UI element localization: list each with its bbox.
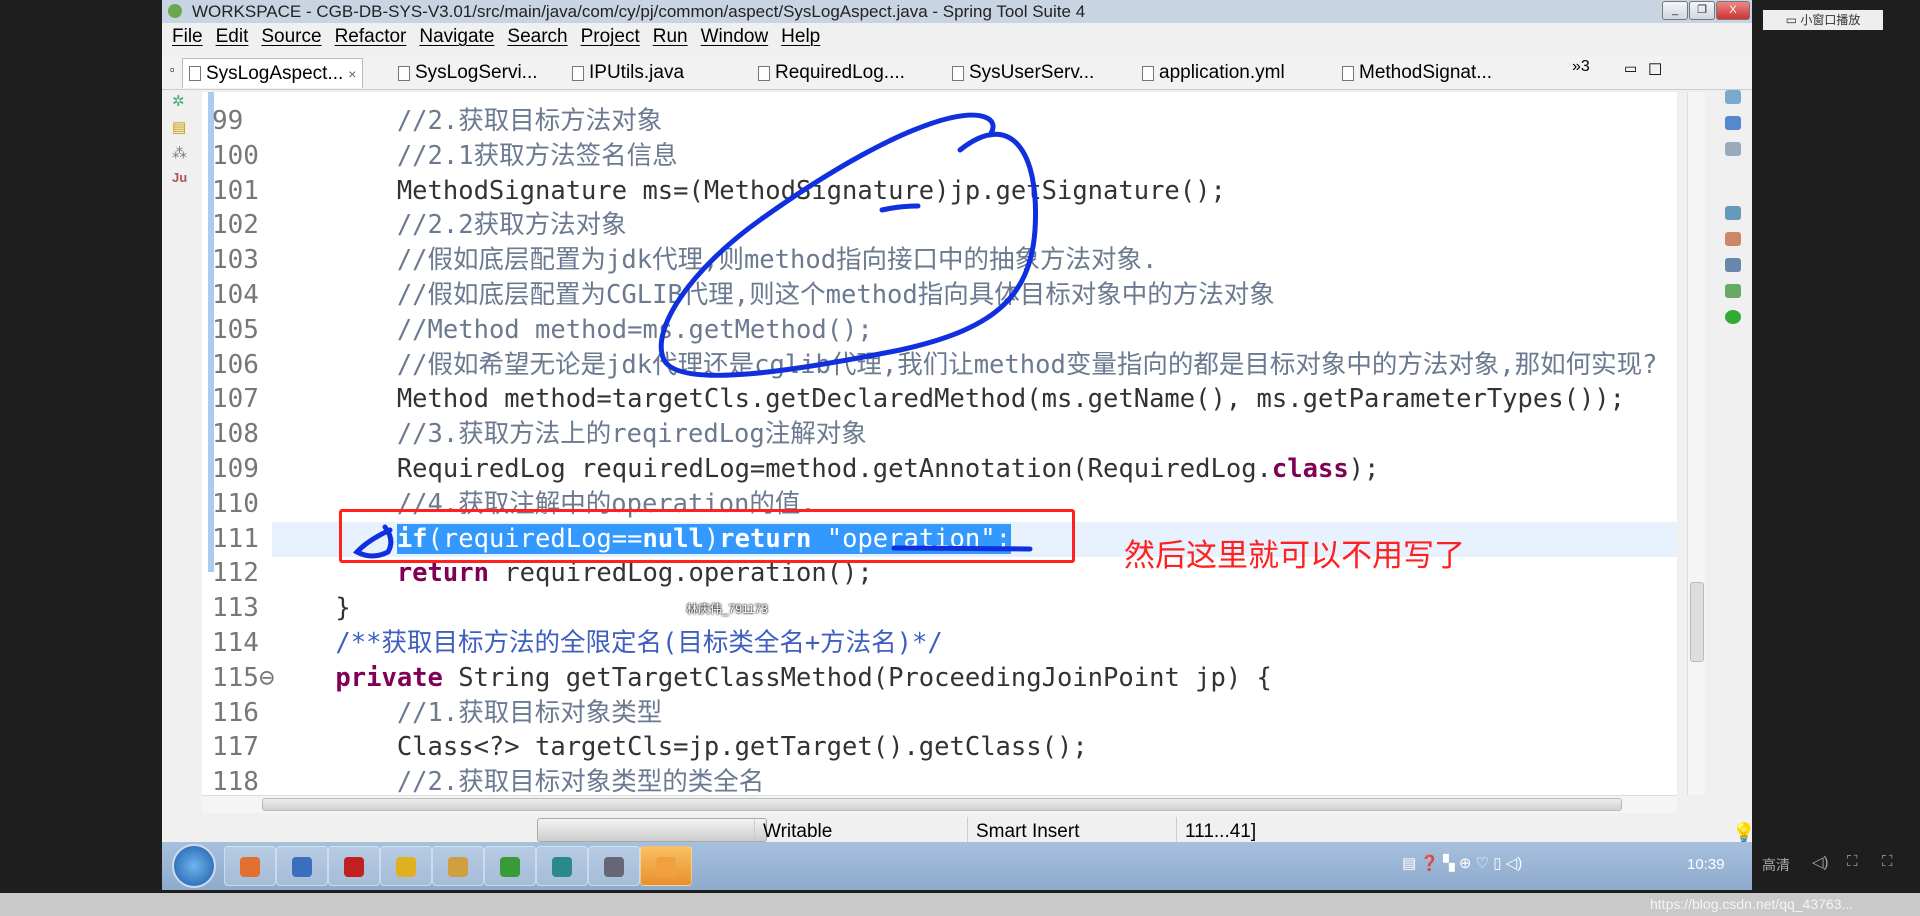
ink-annotations xyxy=(352,112,1039,559)
ink-underline xyxy=(891,545,1033,552)
ink-hook xyxy=(352,524,394,559)
ink-loop xyxy=(658,112,1039,378)
